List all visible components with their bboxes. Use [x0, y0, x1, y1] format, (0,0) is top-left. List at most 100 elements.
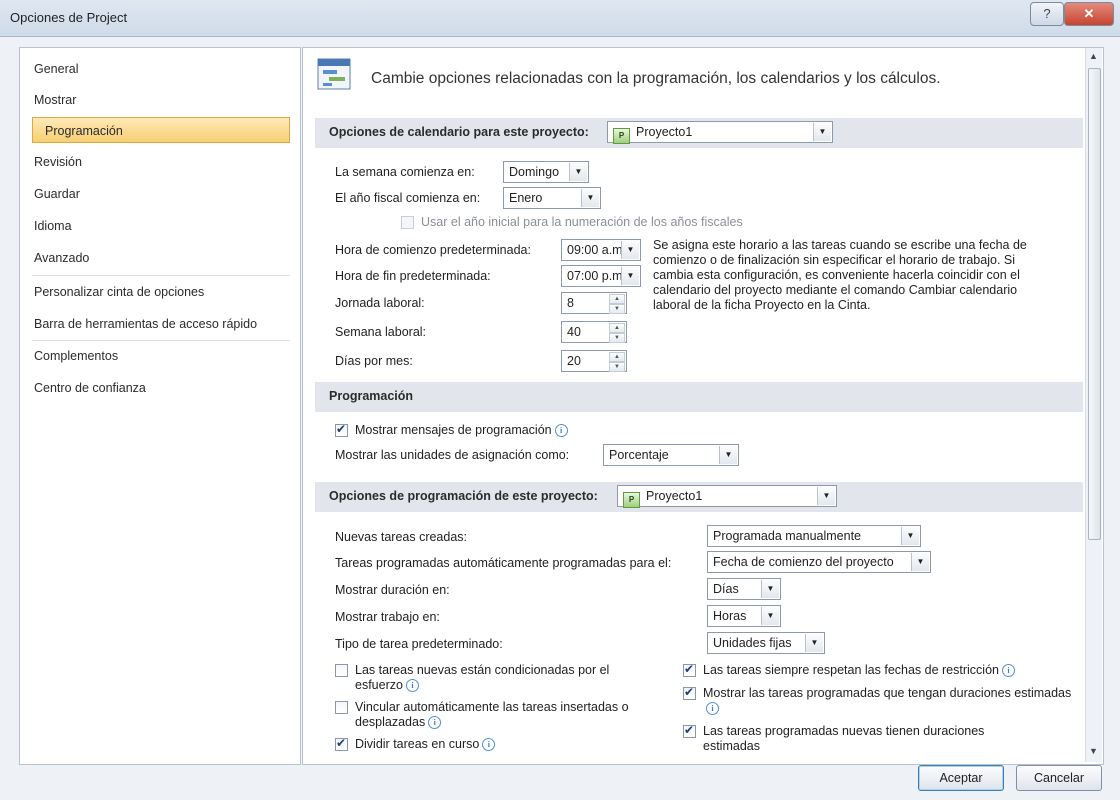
workweek-stepper[interactable]: 40 ▲ ▼ — [561, 321, 627, 343]
help-button[interactable]: ? — [1030, 2, 1064, 26]
autolink-text: Vincular automáticamente las tareas inse… — [355, 700, 629, 729]
split-tasks-text: Dividir tareas en curso — [355, 737, 480, 751]
sidebar-item-revision[interactable]: Revisión — [34, 149, 82, 175]
project-scheduling-title: Opciones de programación de este proyect… — [329, 489, 598, 503]
chevron-down-icon: ▼ — [805, 634, 823, 652]
work-value: Horas — [713, 609, 747, 623]
units-select[interactable]: Porcentaje ▼ — [603, 444, 739, 466]
ok-button[interactable]: Aceptar — [918, 765, 1004, 791]
title-bar: Opciones de Project ? ✕ — [0, 0, 1120, 37]
work-select[interactable]: Horas ▼ — [707, 605, 781, 627]
calendar-project-select[interactable]: P Proyecto1 ▼ — [607, 121, 833, 144]
options-content: Cambie opciones relacionadas con la prog… — [302, 47, 1104, 765]
week-start-select[interactable]: Domingo ▼ — [503, 161, 589, 183]
split-tasks-checkbox[interactable] — [335, 736, 348, 751]
workday-label: Jornada laboral: — [335, 296, 425, 310]
info-icon: i — [405, 679, 419, 692]
units-label: Mostrar las unidades de asignación como: — [335, 448, 570, 462]
chevron-down-icon: ▼ — [911, 553, 929, 571]
spin-down-icon[interactable]: ▼ — [609, 362, 625, 372]
spin-down-icon[interactable]: ▼ — [609, 304, 625, 314]
spin-up-icon[interactable]: ▲ — [609, 352, 625, 362]
fiscal-year-label: El año fiscal comienza en: — [335, 191, 481, 205]
options-dialog: Opciones de Project ? ✕ General Mostrar … — [0, 0, 1120, 800]
task-type-value: Unidades fijas — [713, 636, 792, 650]
info-icon: i — [482, 738, 496, 751]
workday-stepper[interactable]: 8 ▲ ▼ — [561, 292, 627, 314]
content-scrollbar[interactable]: ▲ ▼ — [1085, 48, 1102, 762]
scroll-up-icon[interactable]: ▲ — [1089, 51, 1098, 61]
sidebar-item-guardar[interactable]: Guardar — [34, 181, 80, 207]
auto-tasks-label: Tareas programadas automáticamente progr… — [335, 556, 672, 570]
honor-constraints-checkbox[interactable] — [683, 662, 696, 677]
duration-select[interactable]: Días ▼ — [707, 578, 781, 600]
end-time-value: 07:00 p.m. — [567, 269, 627, 283]
effort-driven-checkbox[interactable] — [335, 664, 348, 677]
fiscal-year-value: Enero — [509, 191, 543, 205]
spin-up-icon[interactable]: ▲ — [609, 323, 625, 333]
start-time-select[interactable]: 09:00 a.m. ▼ — [561, 239, 641, 261]
page-heading: Cambie opciones relacionadas con la prog… — [371, 70, 941, 87]
sidebar-item-complementos[interactable]: Complementos — [34, 343, 118, 369]
cancel-button[interactable]: Cancelar — [1016, 765, 1102, 791]
chevron-down-icon: ▼ — [761, 580, 779, 598]
chevron-down-icon: ▼ — [569, 163, 587, 181]
sidebar-item-barra-acceso-rapido[interactable]: Barra de herramientas de acceso rápido — [34, 311, 257, 337]
show-estimated-label: Mostrar las tareas programadas que tenga… — [703, 686, 1073, 716]
duration-label: Mostrar duración en: — [335, 583, 450, 597]
effort-driven-text: Las tareas nuevas están condicionadas po… — [355, 663, 610, 692]
fiscal-year-select[interactable]: Enero ▼ — [503, 187, 601, 209]
autolink-label: Vincular automáticamente las tareas inse… — [355, 700, 645, 730]
spin-up-icon[interactable]: ▲ — [609, 294, 625, 304]
fiscal-numbering-label: Usar el año inicial para la numeración d… — [421, 215, 743, 229]
end-time-select[interactable]: 07:00 p.m. ▼ — [561, 265, 641, 287]
days-per-month-label: Días por mes: — [335, 354, 413, 368]
show-estimated-text: Mostrar las tareas programadas que tenga… — [703, 686, 1072, 700]
scrollbar-thumb[interactable] — [1088, 68, 1101, 540]
sidebar-item-avanzado[interactable]: Avanzado — [34, 245, 89, 271]
chevron-down-icon: ▼ — [817, 487, 835, 505]
auto-tasks-select[interactable]: Fecha de comienzo del proyecto ▼ — [707, 551, 931, 573]
autolink-checkbox[interactable] — [335, 701, 348, 714]
close-button[interactable]: ✕ — [1064, 2, 1114, 26]
calendar-project-value: Proyecto1 — [636, 125, 693, 139]
workweek-label: Semana laboral: — [335, 325, 427, 339]
honor-constraints-label: Las tareas siempre respetan las fechas d… — [703, 663, 1015, 677]
calendar-note: Se asigna este horario a las tareas cuan… — [653, 238, 1027, 312]
week-start-label: La semana comienza en: — [335, 165, 475, 179]
sidebar-item-mostrar[interactable]: Mostrar — [34, 87, 76, 113]
honor-constraints-text: Las tareas siempre respetan las fechas d… — [703, 663, 999, 677]
sidebar-item-personalizar-cinta[interactable]: Personalizar cinta de opciones — [34, 279, 204, 305]
sidebar-item-centro-confianza[interactable]: Centro de confianza — [34, 375, 146, 401]
units-value: Porcentaje — [609, 448, 669, 462]
sidebar-item-general[interactable]: General — [34, 56, 78, 82]
spin-down-icon[interactable]: ▼ — [609, 333, 625, 343]
new-tasks-value: Programada manualmente — [713, 529, 861, 543]
info-icon: i — [1001, 664, 1015, 677]
auto-tasks-value: Fecha de comienzo del proyecto — [713, 555, 894, 569]
show-estimated-checkbox[interactable] — [683, 685, 696, 700]
sidebar-item-programacion[interactable]: Programación — [32, 117, 290, 143]
new-estimated-checkbox[interactable] — [683, 723, 696, 738]
scheduling-title: Programación — [329, 389, 414, 403]
days-per-month-stepper[interactable]: 20 ▲ ▼ — [561, 350, 627, 372]
fiscal-numbering-checkbox[interactable] — [401, 216, 414, 229]
show-messages-checkbox[interactable] — [335, 422, 348, 437]
window-title: Opciones de Project — [10, 10, 128, 25]
sidebar-divider — [32, 275, 290, 276]
scroll-down-icon[interactable]: ▼ — [1089, 746, 1098, 756]
week-start-value: Domingo — [509, 165, 560, 179]
chevron-down-icon: ▼ — [621, 241, 639, 259]
sidebar-divider — [32, 340, 290, 341]
start-time-label: Hora de comienzo predeterminada: — [335, 243, 531, 257]
chevron-down-icon: ▼ — [813, 123, 831, 141]
calendar-options-title: Opciones de calendario para este proyect… — [329, 125, 589, 139]
scheduling-project-select[interactable]: P Proyecto1 ▼ — [617, 485, 837, 508]
scheduling-project-value: Proyecto1 — [646, 489, 703, 503]
sidebar-item-idioma[interactable]: Idioma — [34, 213, 72, 239]
info-icon: i — [554, 424, 568, 437]
new-tasks-select[interactable]: Programada manualmente ▼ — [707, 525, 921, 547]
new-tasks-label: Nuevas tareas creadas: — [335, 530, 468, 544]
start-time-value: 09:00 a.m. — [567, 243, 627, 257]
task-type-select[interactable]: Unidades fijas ▼ — [707, 632, 825, 654]
